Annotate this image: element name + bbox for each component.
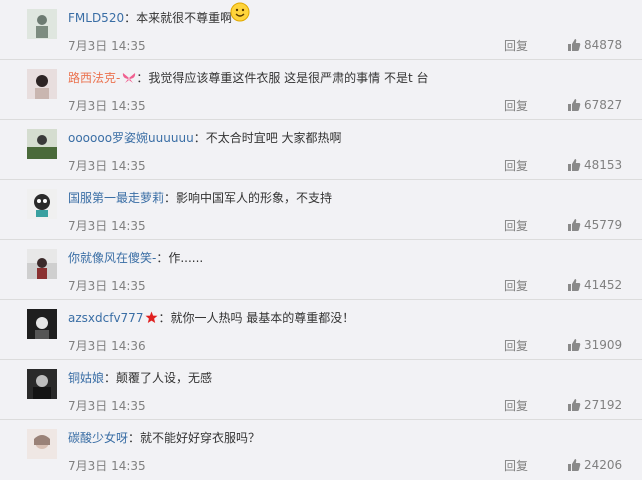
like-button[interactable]: 67827 bbox=[567, 97, 622, 113]
comment-row: oooooo罗姿婉uuuuuu：不太合时宜吧 大家都热啊 7月3日 14:35 … bbox=[0, 120, 642, 180]
username-link[interactable]: 国服第一最走萝莉 bbox=[68, 191, 164, 205]
user-avatar[interactable] bbox=[27, 249, 57, 279]
smile-emoji-icon bbox=[230, 2, 250, 22]
thumbs-up-icon bbox=[568, 39, 581, 51]
comment-text: ：我觉得应该尊重这件衣服 这是很严肃的事情 不是t 台 bbox=[136, 71, 429, 85]
username-link[interactable]: 你就像风在傻笑- bbox=[68, 251, 156, 265]
comment-row: 铜姑娘：颠覆了人设，无感 7月3日 14:35 回复 27192 bbox=[0, 360, 642, 420]
comment-content: 你就像风在傻笑-：作...... bbox=[68, 249, 203, 267]
comment-time: 7月3日 14:35 bbox=[68, 39, 146, 53]
comment-text: ：就你一人热吗 最基本的尊重都没！ bbox=[158, 311, 355, 325]
thumbs-up-icon bbox=[568, 219, 581, 231]
comment-content: FMLD520：本来就很不尊重啊 bbox=[68, 9, 232, 27]
reply-button[interactable]: 回复 bbox=[504, 338, 528, 354]
username-link[interactable]: FMLD520 bbox=[68, 11, 124, 25]
reply-button[interactable]: 回复 bbox=[504, 278, 528, 294]
comment-time: 7月3日 14:35 bbox=[68, 279, 146, 293]
like-count: 24206 bbox=[584, 458, 623, 472]
like-count: 41452 bbox=[584, 278, 623, 292]
like-count: 84878 bbox=[584, 38, 623, 52]
comment-row: 碳酸少女呀：就不能好好穿衣服吗？ 7月3日 14:35 回复 24206 bbox=[0, 420, 642, 480]
like-count: 45779 bbox=[584, 218, 623, 232]
reply-button[interactable]: 回复 bbox=[504, 38, 528, 54]
comment-text: ：作...... bbox=[156, 251, 204, 265]
butterfly-badge-icon bbox=[123, 73, 136, 83]
comment-text: ：本来就很不尊重啊 bbox=[124, 11, 233, 25]
thumbs-up-icon bbox=[568, 399, 581, 411]
thumbs-up-icon bbox=[568, 99, 581, 111]
user-avatar[interactable] bbox=[27, 309, 57, 339]
user-avatar[interactable] bbox=[27, 369, 57, 399]
reply-button[interactable]: 回复 bbox=[504, 218, 528, 234]
like-count: 48153 bbox=[584, 158, 623, 172]
user-avatar[interactable] bbox=[27, 129, 57, 159]
reply-button[interactable]: 回复 bbox=[504, 458, 528, 474]
comment-content: oooooo罗姿婉uuuuuu：不太合时宜吧 大家都热啊 bbox=[68, 129, 342, 147]
comment-content: 铜姑娘：颠覆了人设，无感 bbox=[68, 369, 212, 387]
like-count: 67827 bbox=[584, 98, 623, 112]
comment-text: ：就不能好好穿衣服吗？ bbox=[128, 431, 261, 445]
comment-text: ：影响中国军人的形象，不支持 bbox=[164, 191, 333, 205]
comment-time: 7月3日 14:35 bbox=[68, 459, 146, 473]
comment-text: ：颠覆了人设，无感 bbox=[104, 371, 213, 385]
username-link[interactable]: azsxdcfv777 bbox=[68, 311, 143, 325]
comment-time: 7月3日 14:35 bbox=[68, 99, 146, 113]
comment-row: azsxdcfv777 ：就你一人热吗 最基本的尊重都没！ 7月3日 14:36 … bbox=[0, 300, 642, 360]
comment-content: 国服第一最走萝莉：影响中国军人的形象，不支持 bbox=[68, 189, 332, 207]
comment-row: 国服第一最走萝莉：影响中国军人的形象，不支持 7月3日 14:35 回复 457… bbox=[0, 180, 642, 240]
comment-list: FMLD520：本来就很不尊重啊 7月3日 14:35 回复 84878 路西法… bbox=[0, 0, 642, 479]
like-button[interactable]: 31909 bbox=[567, 337, 622, 353]
comment-row: 路西法克- ：我觉得应该尊重这件衣服 这是很严肃的事情 不是t 台 7月3日 14… bbox=[0, 60, 642, 120]
comment-content: azsxdcfv777 ：就你一人热吗 最基本的尊重都没！ bbox=[68, 309, 354, 327]
like-count: 31909 bbox=[584, 338, 623, 352]
thumbs-up-icon bbox=[568, 279, 581, 291]
thumbs-up-icon bbox=[568, 339, 581, 351]
comment-time: 7月3日 14:35 bbox=[68, 159, 146, 173]
like-button[interactable]: 84878 bbox=[567, 37, 622, 53]
comment-time: 7月3日 14:35 bbox=[68, 219, 146, 233]
user-avatar[interactable] bbox=[27, 9, 57, 39]
like-button[interactable]: 27192 bbox=[567, 397, 622, 413]
red-star-badge-icon bbox=[145, 311, 158, 323]
like-button[interactable]: 45779 bbox=[567, 217, 622, 233]
like-button[interactable]: 48153 bbox=[567, 157, 622, 173]
comment-content: 碳酸少女呀：就不能好好穿衣服吗？ bbox=[68, 429, 260, 447]
comment-content: 路西法克- ：我觉得应该尊重这件衣服 这是很严肃的事情 不是t 台 bbox=[68, 69, 429, 87]
username-link[interactable]: 碳酸少女呀 bbox=[68, 431, 128, 445]
user-avatar[interactable] bbox=[27, 189, 57, 219]
comment-row: 你就像风在傻笑-：作...... 7月3日 14:35 回复 41452 bbox=[0, 240, 642, 300]
thumbs-up-icon bbox=[568, 159, 581, 171]
user-avatar[interactable] bbox=[27, 69, 57, 99]
user-avatar[interactable] bbox=[27, 429, 57, 459]
comment-text: ：不太合时宜吧 大家都热啊 bbox=[193, 131, 342, 145]
reply-button[interactable]: 回复 bbox=[504, 158, 528, 174]
username-link[interactable]: 铜姑娘 bbox=[68, 371, 104, 385]
username-link[interactable]: oooooo罗姿婉uuuuuu bbox=[68, 131, 194, 145]
comment-time: 7月3日 14:35 bbox=[68, 399, 146, 413]
thumbs-up-icon bbox=[568, 459, 581, 471]
comment-time: 7月3日 14:36 bbox=[68, 339, 146, 353]
like-count: 27192 bbox=[584, 398, 623, 412]
like-button[interactable]: 24206 bbox=[567, 457, 622, 473]
reply-button[interactable]: 回复 bbox=[504, 398, 528, 414]
username-link[interactable]: 路西法克- bbox=[68, 71, 120, 85]
comment-row: FMLD520：本来就很不尊重啊 7月3日 14:35 回复 84878 bbox=[0, 0, 642, 60]
like-button[interactable]: 41452 bbox=[567, 277, 622, 293]
reply-button[interactable]: 回复 bbox=[504, 98, 528, 114]
